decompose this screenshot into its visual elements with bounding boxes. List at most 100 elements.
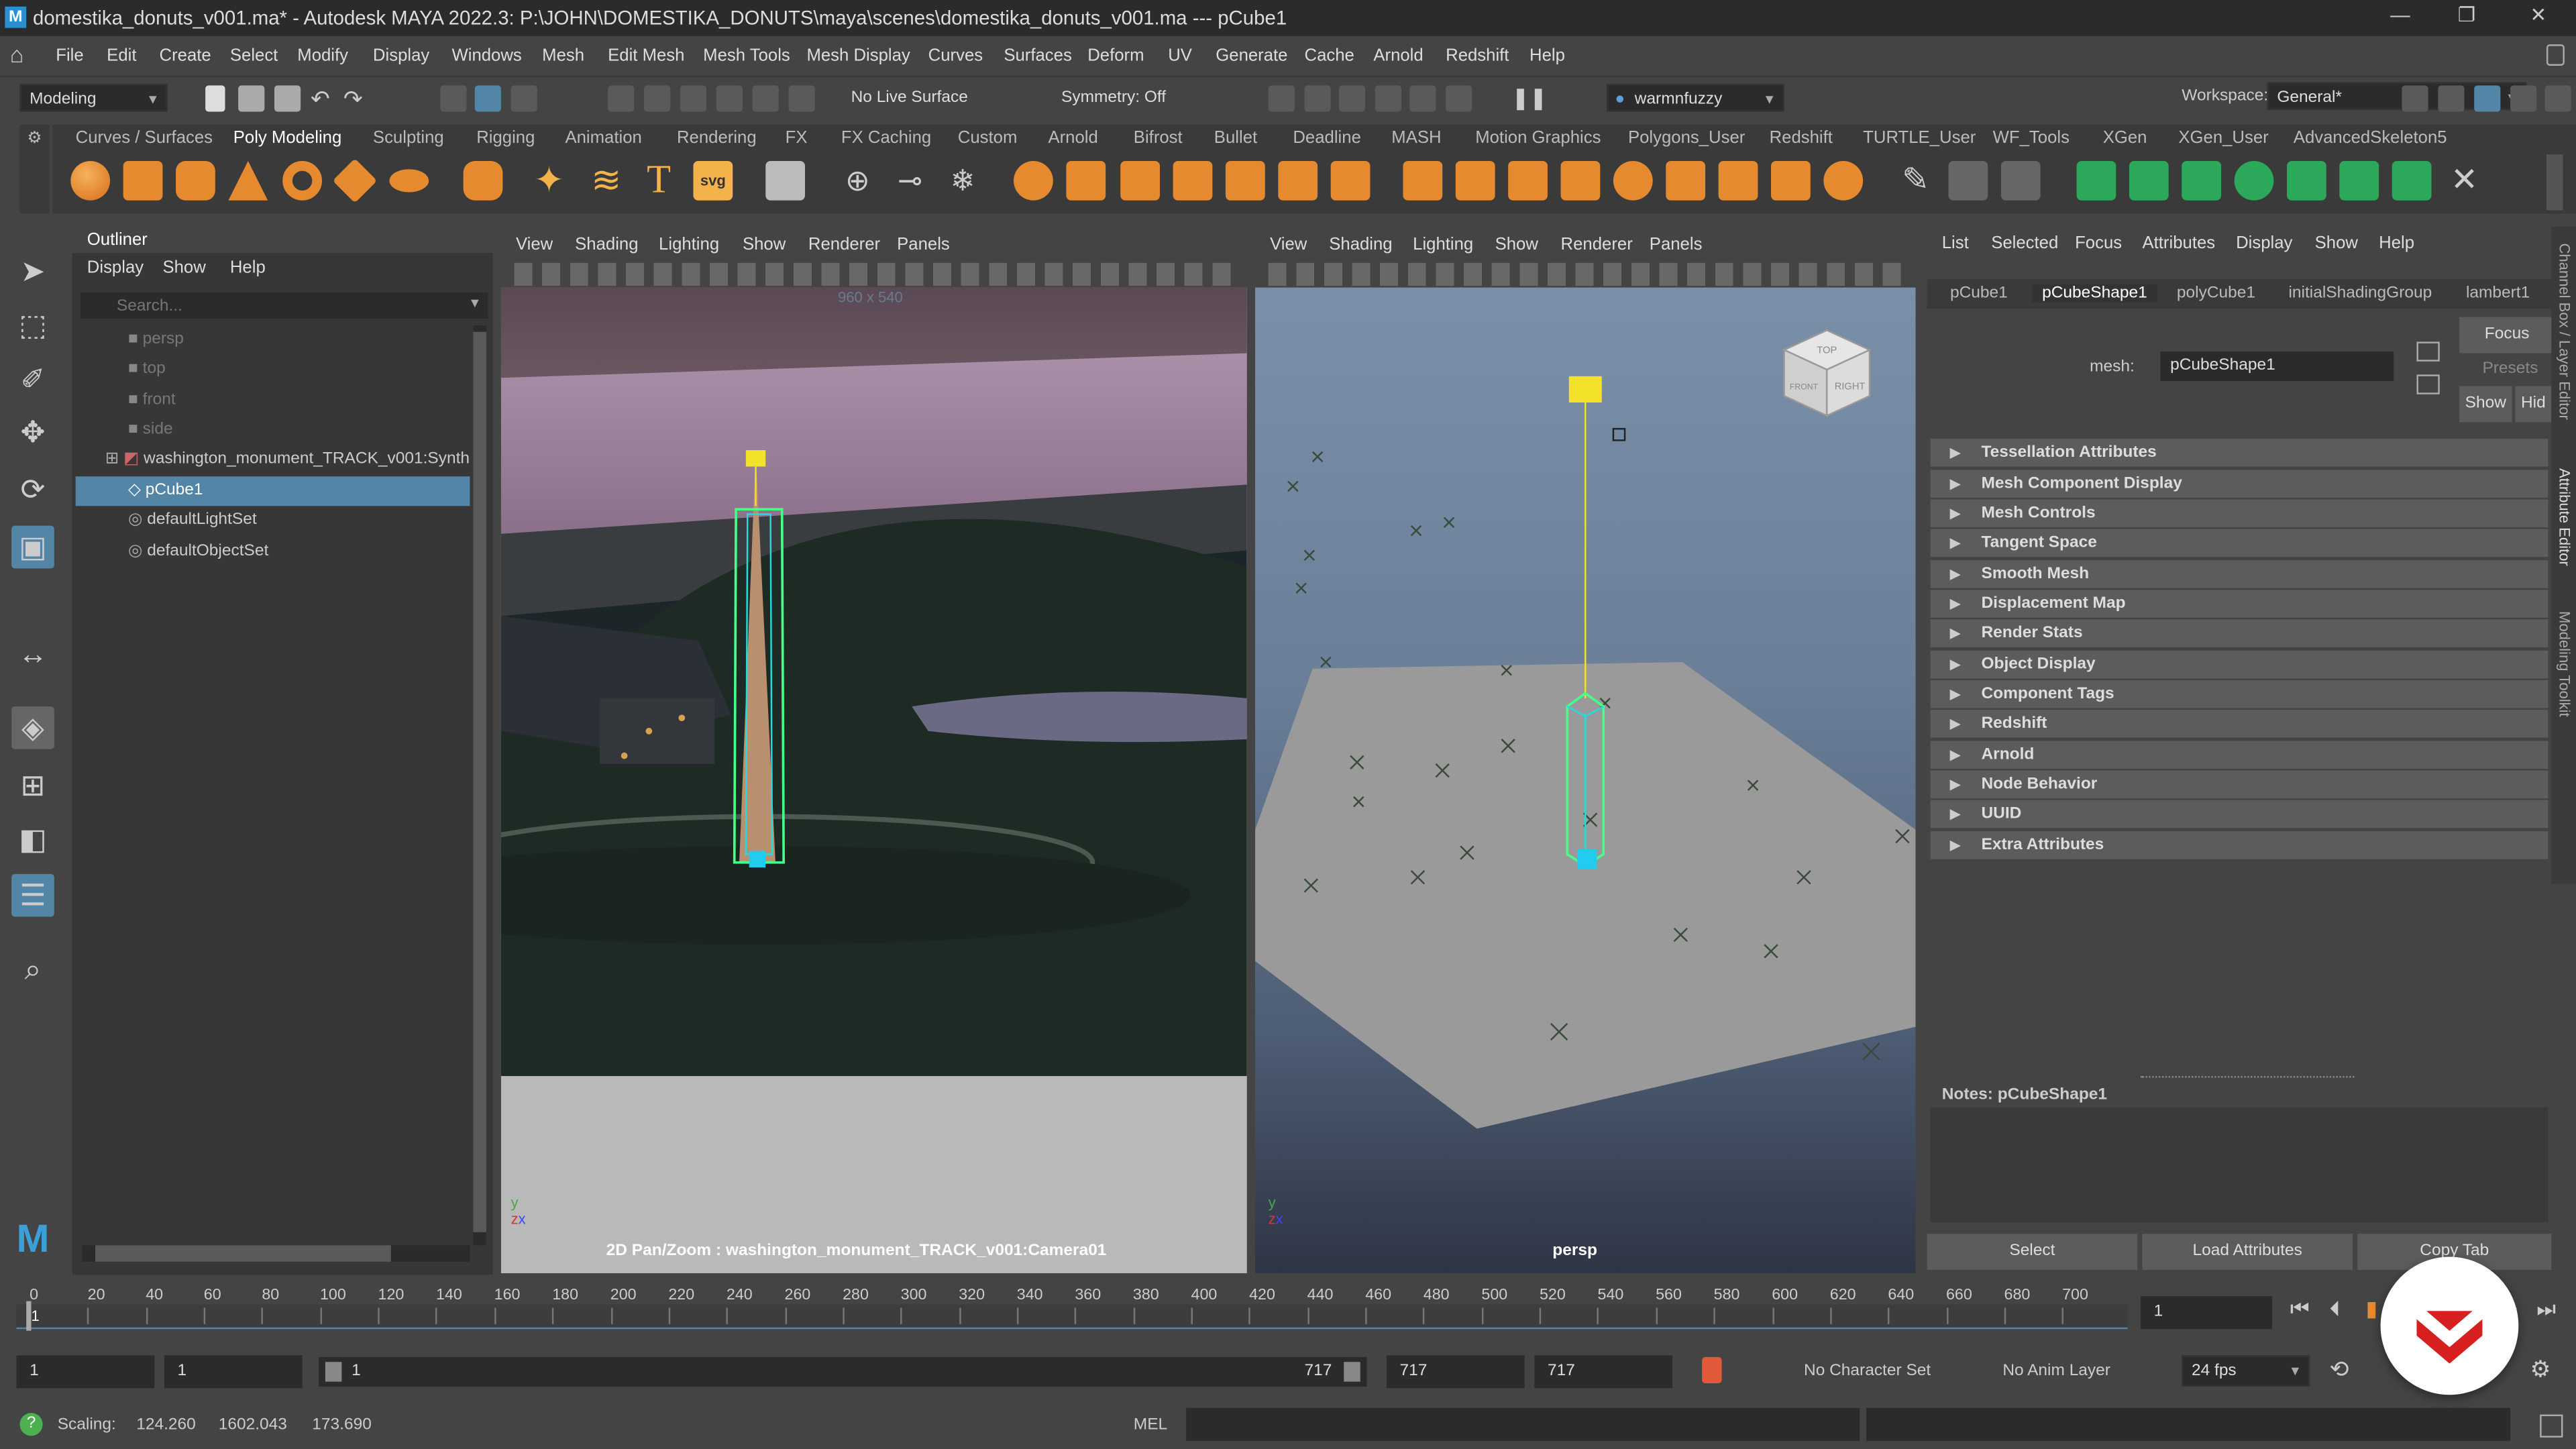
move-tool-icon[interactable]: ✥ — [11, 411, 54, 453]
range-slider-bar[interactable]: 1 717 — [319, 1356, 1367, 1387]
ipr-render-icon[interactable] — [1375, 85, 1401, 112]
undo-icon[interactable]: ↶ — [311, 85, 337, 111]
shelf-tab-fx[interactable]: FX — [786, 128, 808, 148]
outliner-search-input[interactable] — [116, 292, 445, 319]
shelf-tab-advanced-skeleton[interactable]: AdvancedSkeleton5 — [2294, 128, 2447, 148]
outliner-search-box[interactable]: ▼ — [80, 292, 488, 319]
shelf-tab-polygons-user[interactable]: Polygons_User — [1628, 128, 1745, 148]
ae-menu-focus[interactable]: Focus — [2075, 233, 2122, 253]
shelf-tab-xgen[interactable]: XGen — [2103, 128, 2147, 148]
hypershade-icon[interactable] — [1446, 85, 1472, 112]
shelf-tab-deadline[interactable]: Deadline — [1293, 128, 1361, 148]
shelf-tab-turtle-user[interactable]: TURTLE_User — [1863, 128, 1976, 148]
append-polygon-icon[interactable] — [1666, 161, 1706, 201]
auto-map-icon[interactable] — [2287, 161, 2326, 201]
bridge-icon[interactable] — [1455, 161, 1495, 201]
save-scene-icon[interactable] — [274, 85, 301, 112]
show-button[interactable]: Show — [2459, 386, 2512, 423]
ae-tab-pcube1[interactable]: pCube1 — [1950, 284, 2008, 303]
outliner-item-front[interactable]: ■ front — [76, 386, 470, 416]
menu-file[interactable]: File — [56, 46, 83, 66]
monument-track-locator[interactable] — [501, 288, 1247, 1077]
side-tab-attribute-editor[interactable]: Attribute Editor — [2557, 468, 2573, 566]
lasso-tool-icon[interactable]: ⬚ — [11, 304, 54, 347]
ae-menu-display[interactable]: Display — [2236, 233, 2292, 253]
channel-box-icon[interactable] — [2544, 85, 2571, 112]
side-tab-modeling-toolkit[interactable]: Modeling Toolkit — [2557, 611, 2573, 717]
time-slider[interactable]: 0 20 40 60 80 100 120 140 160 180 200 220 240 260 280 3… — [16, 1281, 2136, 1331]
section-smooth-mesh[interactable]: ▶ Smooth Mesh — [1930, 560, 2548, 588]
preferences-icon[interactable]: ⚙ — [2530, 1355, 2551, 1383]
shelf-tab-fx-caching[interactable]: FX Caching — [841, 128, 931, 148]
shelf-options-icon[interactable]: ⚙ — [19, 125, 50, 214]
select-component-icon[interactable] — [511, 85, 537, 112]
notes-textarea[interactable] — [1930, 1107, 2548, 1223]
text-icon[interactable]: T — [639, 161, 679, 201]
menu-edit[interactable]: Edit — [107, 46, 136, 66]
script-language-label[interactable]: MEL — [1134, 1416, 1167, 1434]
vp1-menu-panels[interactable]: Panels — [897, 235, 950, 254]
ae-tab-pcubeshape1[interactable]: pCubeShape1 — [2032, 284, 2157, 303]
ae-menu-attributes[interactable]: Attributes — [2142, 233, 2215, 253]
offset-edge-loop-icon[interactable] — [2000, 161, 2041, 201]
outliner-item-default-light-set[interactable]: ◎ defaultLightSet — [76, 506, 470, 535]
render-sequence-icon[interactable] — [1338, 85, 1366, 112]
section-component-tags[interactable]: ▶ Component Tags — [1930, 680, 2548, 708]
presets-button[interactable]: Presets — [2482, 360, 2538, 378]
snap-view-plane-icon[interactable] — [716, 85, 743, 112]
end-time-field[interactable]: 717 — [1534, 1355, 1673, 1389]
ae-goto-output-icon[interactable] — [2416, 374, 2440, 394]
symmetry-label[interactable]: Symmetry: Off — [1061, 89, 1166, 107]
anim-layer-dropdown[interactable]: No Anim Layer — [2002, 1362, 2110, 1380]
four-view-icon[interactable]: ⊞ — [11, 764, 54, 807]
section-node-behavior[interactable]: ▶ Node Behavior — [1930, 770, 2548, 799]
target-weld-icon[interactable] — [1613, 161, 1653, 201]
shelf-tab-sculpting[interactable]: Sculpting — [373, 128, 444, 148]
sweep-mesh-icon[interactable]: ✦ — [534, 160, 574, 201]
step-back-key-icon[interactable]: ▮ — [2366, 1296, 2378, 1322]
separate-icon[interactable] — [1066, 161, 1106, 201]
shelf-tab-wf-tools[interactable]: WF_Tools — [1993, 128, 2070, 148]
attribute-editor-icon[interactable] — [2474, 85, 2501, 112]
search-icon[interactable]: ⌕ — [11, 948, 54, 991]
focus-button[interactable]: Focus — [2459, 317, 2555, 354]
menu-modify[interactable]: Modify — [297, 46, 348, 66]
render-settings-icon[interactable] — [1409, 85, 1436, 112]
modeling-toolkit-icon[interactable] — [2438, 85, 2465, 112]
section-render-stats[interactable]: ▶ Render Stats — [1930, 619, 2548, 647]
viewport-toolbar-icons[interactable] — [1268, 262, 1906, 286]
circularize-icon[interactable] — [1823, 161, 1864, 201]
outliner-layout-icon[interactable]: ☰ — [11, 873, 54, 917]
ae-select-button[interactable]: Select — [1927, 1234, 2138, 1271]
snap-curve-icon[interactable] — [644, 85, 671, 112]
outliner-item-default-object-set[interactable]: ◎ defaultObjectSet — [76, 537, 470, 567]
wedge-icon[interactable] — [1771, 161, 1811, 201]
range-handle-end[interactable] — [1344, 1362, 1360, 1382]
mesh-name-field[interactable]: pCubeShape1 — [2160, 352, 2394, 382]
render-view-icon[interactable] — [1268, 85, 1295, 112]
render-frame-icon[interactable] — [1304, 85, 1331, 112]
single-view-icon[interactable]: ◈ — [11, 706, 54, 749]
shelf-tab-redshift[interactable]: Redshift — [1770, 128, 1833, 148]
reduce-icon[interactable] — [1225, 161, 1265, 201]
poly-disc-icon[interactable] — [389, 169, 429, 193]
vp2-menu-lighting[interactable]: Lighting — [1413, 235, 1473, 254]
shelf-tab-rigging[interactable]: Rigging — [476, 128, 535, 148]
svg-icon[interactable]: svg — [693, 161, 733, 201]
section-uuid[interactable]: ▶ UUID — [1930, 800, 2548, 828]
retopologize-icon[interactable] — [1330, 161, 1371, 201]
shelf-tab-xgen-user[interactable]: XGen_User — [2178, 128, 2268, 148]
outliner-menu-show[interactable]: Show — [162, 258, 205, 277]
side-by-side-icon[interactable]: ◧ — [11, 818, 54, 861]
ae-menu-help[interactable]: Help — [2379, 233, 2414, 253]
character-set-dropdown[interactable]: No Character Set — [1804, 1362, 1931, 1380]
shelf-tab-motion-graphics[interactable]: Motion Graphics — [1475, 128, 1601, 148]
go-to-start-icon[interactable]: ⏮ — [2290, 1296, 2310, 1322]
menu-generate[interactable]: Generate — [1216, 46, 1287, 66]
menu-arnold[interactable]: Arnold — [1373, 46, 1423, 66]
loop-icon[interactable]: ⟲ — [2330, 1355, 2349, 1383]
shelf-tab-animation[interactable]: Animation — [565, 128, 641, 148]
section-mesh-component-display[interactable]: ▶ Mesh Component Display — [1930, 470, 2548, 498]
ae-tab-lambert1[interactable]: lambert1 — [2466, 284, 2530, 303]
shelf-tab-poly-modeling[interactable]: Poly Modeling — [233, 128, 342, 148]
